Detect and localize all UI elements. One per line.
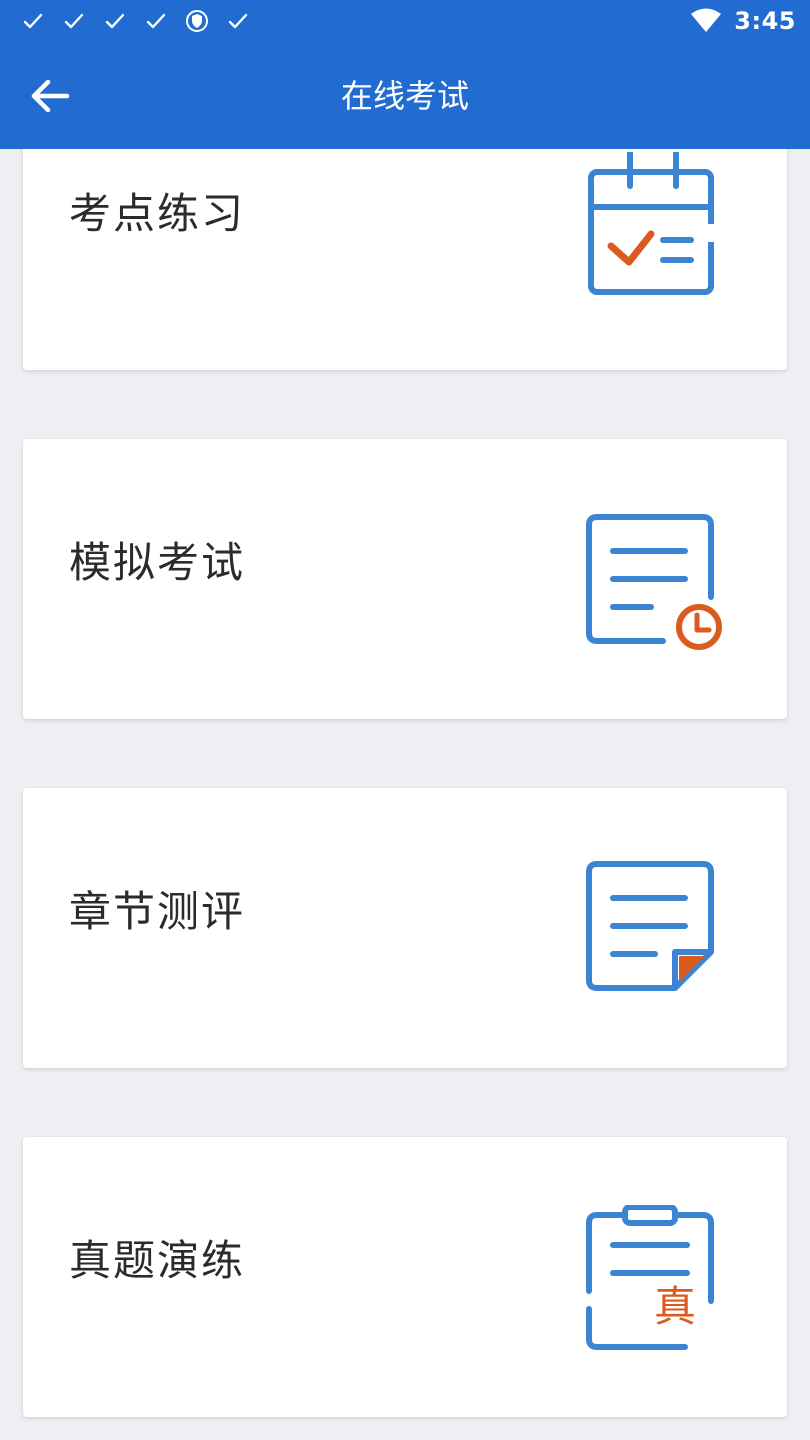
card-past-exams[interactable]: 真题演练 真 <box>23 1137 787 1417</box>
card-chapter-assessment[interactable]: 章节测评 <box>23 788 787 1068</box>
status-bar: 3:45 <box>0 0 810 42</box>
status-right: 3:45 <box>690 5 796 37</box>
toolbar: 在线考试 <box>0 42 810 149</box>
clipboard-zhen-icon: 真 <box>585 1205 725 1353</box>
shield-icon <box>186 10 208 32</box>
document-clock-icon <box>585 513 725 655</box>
check-icon <box>228 13 248 29</box>
check-icon <box>23 13 43 29</box>
card-label: 考点练习 <box>69 189 246 238</box>
notification-icons <box>20 8 251 34</box>
check-icon <box>64 13 84 29</box>
card-label: 真题演练 <box>69 1236 246 1285</box>
clock: 3:45 <box>734 7 796 35</box>
check-icon <box>105 13 125 29</box>
document-folded-icon <box>585 860 725 1000</box>
wifi-icon <box>691 8 722 32</box>
zhen-glyph: 真 <box>654 1282 696 1331</box>
calendar-check-icon <box>583 152 723 298</box>
check-icon <box>146 13 166 29</box>
page-title: 在线考试 <box>340 77 469 115</box>
card-label: 模拟考试 <box>69 538 246 587</box>
card-label: 章节测评 <box>69 887 246 936</box>
card-mock-exam[interactable]: 模拟考试 <box>23 439 787 719</box>
exam-option-list: 考点练习 模拟考试 章节测评 真题演练 真 <box>0 0 810 1440</box>
app-bar: 3:45 在线考试 <box>0 0 810 149</box>
